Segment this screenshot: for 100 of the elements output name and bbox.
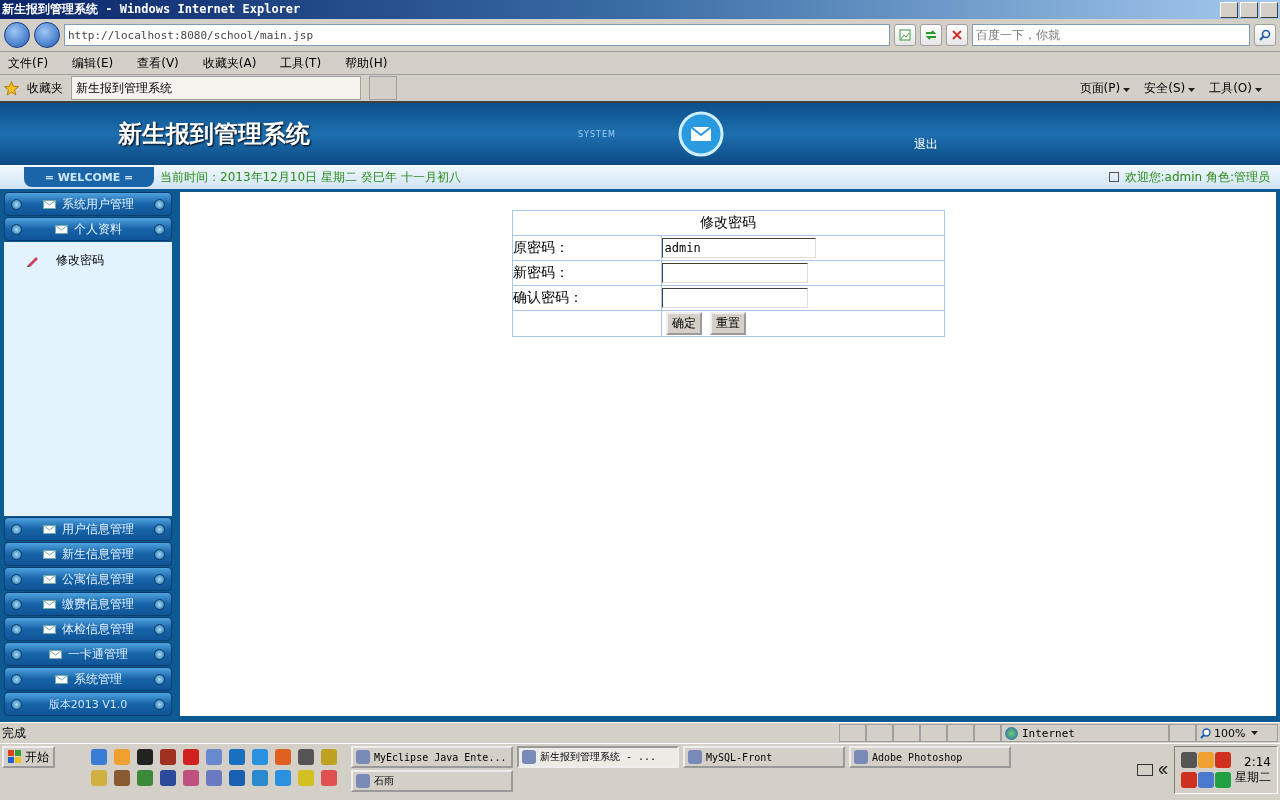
menu-item[interactable]: 编辑(E) [72,54,114,72]
taskbar-button[interactable]: Adobe Photoshop [849,746,1011,768]
quick-launch-icon[interactable] [114,749,130,765]
envelope-icon [54,224,68,234]
sidebar-section[interactable]: 缴费信息管理 [4,592,172,616]
taskbar-button[interactable]: MySQL-Front [683,746,845,768]
quick-launch-icon[interactable] [183,749,199,765]
menu-item[interactable]: 查看(V) [137,54,179,72]
status-text: 完成 [2,724,27,742]
knob-icon [154,648,165,660]
menu-item[interactable]: 工具(T) [280,54,322,72]
quick-launch-icon[interactable] [321,770,337,786]
quick-launch-icon[interactable] [160,770,176,786]
status-pane [893,724,920,742]
restore-button[interactable] [1240,1,1258,18]
back-button[interactable] [4,22,30,48]
picture-icon [899,29,911,41]
knob-icon [11,523,22,535]
menu-item[interactable]: 帮助(H) [345,54,388,72]
browser-tab[interactable]: 新生报到管理系统 [71,76,361,100]
refresh-icon [925,29,937,41]
envelope-icon [42,599,56,609]
sidebar-section[interactable]: 个人资料 [4,217,172,241]
keyboard-icon[interactable] [1137,764,1153,776]
compatibility-button[interactable] [894,24,916,46]
taskbar-button[interactable]: 新生报到管理系统 - ... [517,746,679,768]
quick-launch-icon[interactable] [137,749,153,765]
quick-launch-icon[interactable] [114,770,130,786]
minimize-button[interactable] [1220,1,1238,18]
status-pane [839,724,866,742]
search-button[interactable] [1254,24,1276,46]
tray-icon[interactable] [1181,772,1197,788]
start-button[interactable]: 开始 [2,746,55,768]
forward-button[interactable] [34,22,60,48]
quick-launch-icon[interactable] [91,749,107,765]
zoom-control[interactable]: 100% [1196,724,1278,742]
command-menu[interactable]: 页面(P) [1079,79,1131,97]
chevron-icon[interactable] [1159,766,1168,774]
menu-item[interactable]: 收藏夹(A) [202,54,257,72]
search-icon [1259,29,1271,41]
knob-icon [154,548,165,560]
envelope-icon [42,524,56,534]
submenu-item[interactable]: 修改密码 [4,248,172,273]
quick-launch-icon[interactable] [252,770,268,786]
taskbar-button[interactable]: MyEclipse Java Ente... [351,746,513,768]
sidebar-section[interactable]: 一卡通管理 [4,642,172,666]
quick-launch-icon[interactable] [206,770,222,786]
sidebar-section[interactable]: 系统管理 [4,667,172,691]
field-label: 确认密码： [512,285,661,311]
quick-launch-icon[interactable] [229,749,245,765]
form-button[interactable]: 重置 [709,312,746,335]
window-title: 新生报到管理系统 - Windows Internet Explorer [2,1,301,18]
address-field[interactable]: http://localhost:8080/school/main.jsp [64,24,890,46]
quick-launch-icon[interactable] [206,749,222,765]
new-tab-button[interactable] [369,76,397,100]
quick-launch-icon[interactable] [275,749,291,765]
tray-icon[interactable] [1198,772,1214,788]
tray-icon[interactable] [1181,752,1197,768]
quick-launch-icon[interactable] [137,770,153,786]
knob-icon [154,673,165,685]
quick-launch-icon[interactable] [321,749,337,765]
favorites-button[interactable]: 收藏夹 [27,79,63,97]
form-button[interactable]: 确定 [665,312,702,335]
tray-icon[interactable] [1215,752,1231,768]
stop-button[interactable] [946,24,968,46]
taskbar-button[interactable]: 石雨 [351,770,513,792]
quick-launch-icon[interactable] [183,770,199,786]
sidebar-section[interactable]: 用户信息管理 [4,517,172,541]
quick-launch-icon[interactable] [252,749,268,765]
command-menu[interactable]: 工具(O) [1209,79,1262,97]
globe-icon [1005,726,1018,740]
status-pane [920,724,947,742]
quick-launch-icon[interactable] [229,770,245,786]
quick-launch-icon[interactable] [91,770,107,786]
star-icon[interactable] [4,80,19,96]
command-menu[interactable]: 安全(S) [1144,79,1196,97]
quick-launch-icon[interactable] [160,749,176,765]
tray-icon[interactable] [1215,772,1231,788]
sidebar-section[interactable]: 新生信息管理 [4,542,172,566]
close-button[interactable] [1260,1,1278,18]
search-field[interactable]: 百度一下，你就 [972,24,1250,46]
sidebar-section[interactable]: 体检信息管理 [4,617,172,641]
tray-icon[interactable] [1198,752,1214,768]
knob-icon [11,698,22,710]
password-field[interactable] [661,263,808,283]
quick-launch-icon[interactable] [298,749,314,765]
envelope-icon [42,624,56,634]
password-field[interactable]: admin [661,238,816,258]
sidebar-section[interactable]: 公寓信息管理 [4,567,172,591]
menu-item[interactable]: 文件(F) [8,54,49,72]
quick-launch-icon[interactable] [275,770,291,786]
envelope-icon [42,574,56,584]
logout-link[interactable]: 退出 [914,135,938,153]
knob-icon [11,548,22,560]
status-pane [974,724,1001,742]
field-label: 新密码： [512,260,661,286]
password-field[interactable] [661,288,808,308]
refresh-button[interactable] [920,24,942,46]
sidebar-section[interactable]: 系统用户管理 [4,192,172,216]
knob-icon [11,198,22,210]
